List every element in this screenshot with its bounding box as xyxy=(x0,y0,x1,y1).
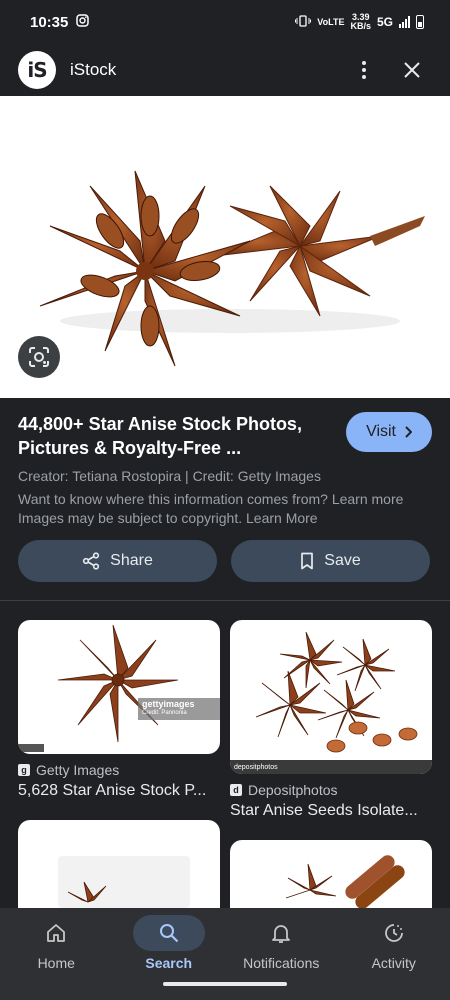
getty-watermark: gettyimages Credit: Pannonia xyxy=(138,698,220,720)
getty-source-icon: g xyxy=(18,764,30,776)
istock-logo[interactable]: iS xyxy=(18,51,56,89)
source-name: Depositphotos xyxy=(248,782,338,798)
save-label: Save xyxy=(324,552,361,569)
share-icon xyxy=(83,552,100,570)
copyright-note[interactable]: Images may be subject to copyright. Lear… xyxy=(18,509,432,528)
bell-icon xyxy=(272,925,291,943)
home-icon xyxy=(47,924,66,942)
status-time: 10:35 xyxy=(30,13,69,31)
creator-credit: Creator: Tetiana Rostopira | Credit: Get… xyxy=(18,468,321,484)
bottom-navigation: Home Search Notifications Activity xyxy=(0,908,450,1000)
google-lens-button[interactable] xyxy=(18,336,60,378)
visit-button[interactable]: Visit xyxy=(346,412,432,452)
close-button[interactable] xyxy=(392,50,432,90)
status-bar: 10:35 VoLTE 3.39 KB/s 5G xyxy=(0,0,450,44)
chevron-right-icon xyxy=(405,426,412,438)
related-thumbnail[interactable]: gettyimages Credit: Pannonia xyxy=(18,620,220,754)
lens-icon xyxy=(29,347,49,367)
volte-indicator: VoLTE xyxy=(317,17,345,27)
close-icon xyxy=(404,62,420,78)
save-button[interactable]: Save xyxy=(231,540,430,582)
depositphotos-watermark: depositphotos xyxy=(230,760,432,774)
more-options-button[interactable] xyxy=(344,50,384,90)
info-source-note[interactable]: Want to know where this information come… xyxy=(18,490,432,509)
activity-icon xyxy=(384,924,403,942)
share-label: Share xyxy=(110,552,153,569)
search-icon xyxy=(159,924,179,943)
action-buttons: Share Save xyxy=(18,540,430,582)
star-anise-seeds-thumbnail xyxy=(255,631,418,753)
nav-home[interactable]: Home xyxy=(0,908,113,1000)
signal-icon xyxy=(399,16,410,28)
vibrate-icon xyxy=(295,15,312,29)
section-divider xyxy=(0,600,450,601)
result-info: 44,800+ Star Anise Stock Photos, Picture… xyxy=(0,398,450,528)
more-vert-icon xyxy=(362,61,366,79)
related-result-card[interactable]: gettyimages Credit: Pannonia g Getty Ima… xyxy=(18,620,220,800)
result-title[interactable]: 44,800+ Star Anise Stock Photos, Picture… xyxy=(18,412,318,460)
nav-activity[interactable]: Activity xyxy=(338,908,450,1000)
star-anise-illustration xyxy=(39,170,425,367)
share-button[interactable]: Share xyxy=(18,540,217,582)
related-thumbnail[interactable]: depositphotos xyxy=(230,620,432,774)
source-name: Getty Images xyxy=(36,762,120,778)
site-title[interactable]: iStock xyxy=(70,60,344,80)
instagram-icon xyxy=(76,13,90,31)
related-caption[interactable]: Star Anise Seeds Isolate... xyxy=(230,802,430,820)
speed-unit: KB/s xyxy=(350,21,371,31)
depositphotos-source-icon: d xyxy=(230,784,242,796)
visit-label: Visit xyxy=(366,423,396,440)
app-header: iS iStock xyxy=(0,44,450,96)
related-result-card[interactable] xyxy=(230,840,432,908)
battery-icon xyxy=(416,15,424,29)
star-anise-thumbnail xyxy=(18,624,179,752)
related-thumbnail[interactable] xyxy=(18,820,220,908)
nav-notifications[interactable]: Notifications xyxy=(225,908,338,1000)
related-result-card[interactable] xyxy=(18,820,220,908)
related-caption[interactable]: 5,628 Star Anise Stock P... xyxy=(18,782,218,800)
preview-image[interactable] xyxy=(0,96,450,398)
bookmark-icon xyxy=(301,552,314,570)
related-thumbnail[interactable] xyxy=(230,840,432,908)
home-indicator xyxy=(163,982,287,986)
nav-search[interactable]: Search xyxy=(113,908,226,1000)
network-type: 5G xyxy=(376,15,393,29)
related-result-card[interactable]: depositphotos d Depositphotos Star Anise… xyxy=(230,620,432,820)
